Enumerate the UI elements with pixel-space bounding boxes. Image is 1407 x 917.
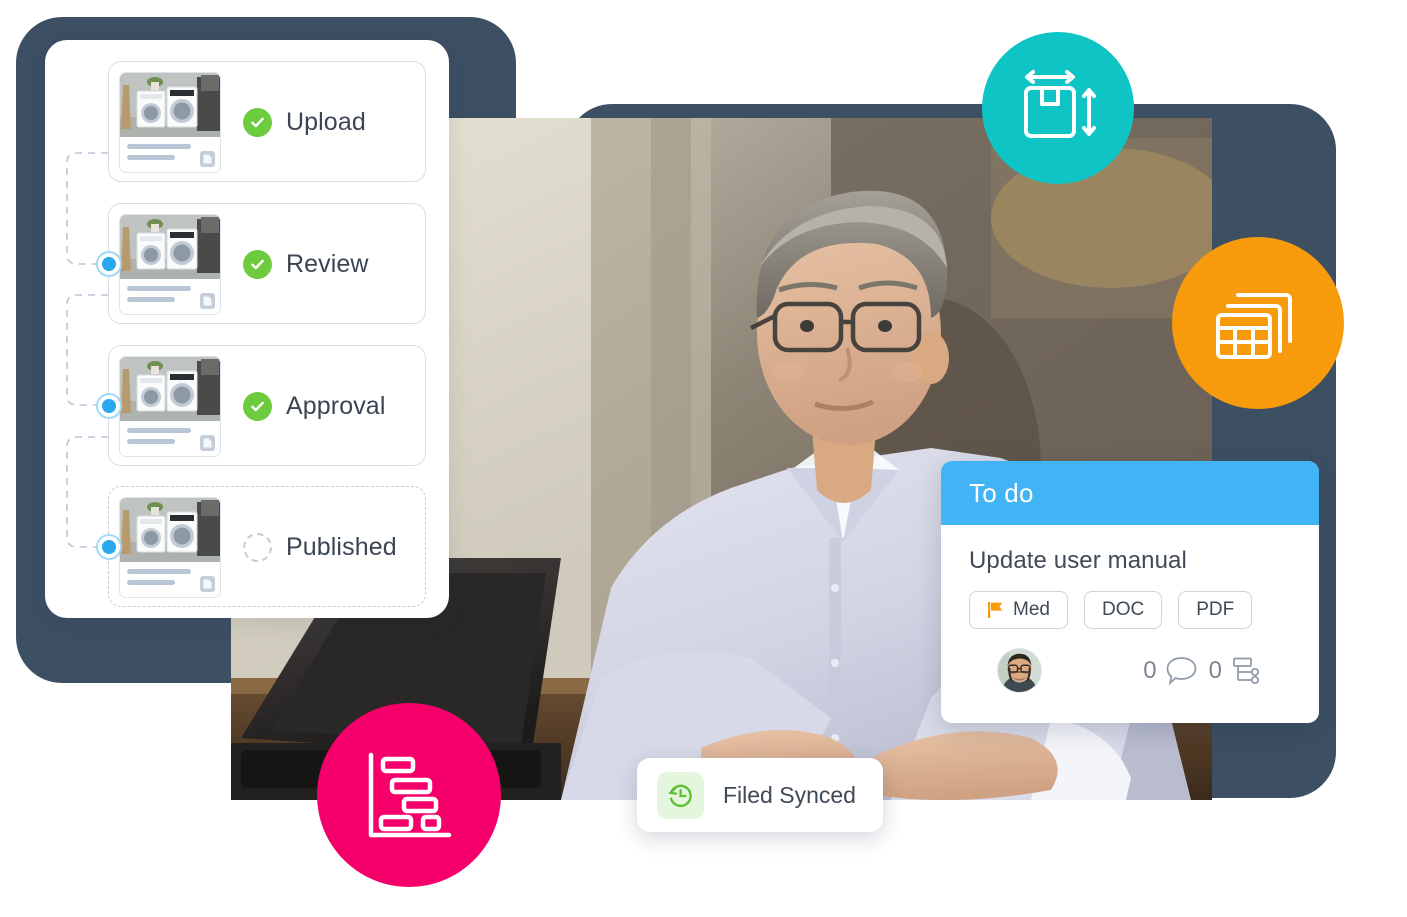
filed-synced-badge: Filed Synced [637, 758, 883, 832]
task-counters: 0 0 [1143, 655, 1261, 686]
todo-card-header: To do [941, 461, 1319, 525]
avatar[interactable] [997, 648, 1042, 693]
badge-tables [1172, 237, 1344, 409]
file-icon [200, 576, 215, 592]
step-label: Upload [286, 108, 366, 136]
step-thumbnail-card [119, 497, 221, 598]
composition-stage: Upload Review Approval Published To do U… [0, 0, 1407, 917]
check-circle-icon [243, 250, 272, 279]
history-clock-icon [657, 771, 704, 819]
check-circle-icon [243, 392, 272, 421]
skeleton-line [127, 569, 191, 574]
step-status-area: Upload [243, 62, 366, 183]
file-icon [200, 435, 215, 451]
skeleton-line [127, 155, 175, 160]
comment-counter[interactable]: 0 [1143, 655, 1197, 686]
workflow-node-dot[interactable] [98, 253, 120, 275]
comment-count: 0 [1143, 656, 1157, 684]
todo-task-card[interactable]: To do Update user manual Med DOC PDF 0 0 [941, 461, 1319, 723]
format-tag-label: DOC [1101, 599, 1145, 620]
file-icon [200, 151, 215, 167]
workflow-step-upload[interactable]: Upload [108, 61, 426, 182]
workflow-step-review[interactable]: Review [108, 203, 426, 324]
step-status-area: Published [243, 487, 397, 608]
washing-machines-thumbnail-image [120, 357, 220, 421]
hierarchy-icon [1230, 655, 1261, 686]
step-thumbnail-card [119, 214, 221, 315]
step-status-area: Review [243, 204, 369, 325]
skeleton-line [127, 144, 191, 149]
empty-dashed-circle-icon [243, 533, 272, 562]
thumbnail-meta [120, 562, 220, 597]
file-icon [200, 293, 215, 309]
workflow-node-dot[interactable] [98, 395, 120, 417]
step-status-area: Approval [243, 346, 385, 467]
skeleton-line [127, 580, 175, 585]
check-circle-icon [243, 108, 272, 137]
washing-machines-thumbnail-image [120, 498, 220, 562]
step-label: Approval [286, 392, 386, 420]
flag-icon [987, 601, 1004, 619]
step-label: Review [286, 250, 369, 278]
badge-dimensions [982, 32, 1134, 184]
subtask-counter[interactable]: 0 [1209, 655, 1261, 686]
filed-synced-label: Filed Synced [723, 781, 856, 808]
skeleton-line [127, 286, 191, 291]
format-tag-pdf[interactable]: PDF [1178, 591, 1253, 629]
workflow-step-published[interactable]: Published [108, 486, 426, 607]
priority-tag-med[interactable]: Med [969, 591, 1068, 629]
thumbnail-meta [120, 421, 220, 456]
step-thumbnail-card [119, 72, 221, 173]
skeleton-line [127, 439, 175, 444]
subtask-count: 0 [1208, 656, 1222, 684]
washing-machines-thumbnail-image [120, 215, 220, 279]
skeleton-line [127, 297, 175, 302]
skeleton-line [127, 428, 191, 433]
document-workflow-card: Upload Review Approval Published [45, 40, 449, 618]
priority-tag-label: Med [1013, 599, 1050, 620]
stacked-tables-icon [1206, 271, 1310, 375]
box-dimensions-icon [1010, 60, 1106, 156]
todo-card-footer: 0 0 [969, 629, 1291, 693]
washing-machines-thumbnail-image [120, 73, 220, 137]
workflow-node-dot[interactable] [98, 536, 120, 558]
task-tag-list: Med DOC PDF [969, 591, 1291, 629]
todo-card-body: Update user manual Med DOC PDF 0 0 [941, 525, 1319, 693]
step-label: Published [286, 533, 397, 561]
badge-gantt [317, 703, 501, 887]
step-thumbnail-card [119, 356, 221, 457]
task-title: Update user manual [969, 547, 1187, 574]
thumbnail-meta [120, 279, 220, 314]
thumbnail-meta [120, 137, 220, 172]
speech-bubble-icon [1165, 655, 1198, 686]
format-tag-doc[interactable]: DOC [1083, 591, 1163, 629]
workflow-step-approval[interactable]: Approval [108, 345, 426, 466]
format-tag-label: PDF [1196, 599, 1235, 620]
gantt-chart-icon [357, 743, 461, 847]
todo-header-title: To do [969, 477, 1034, 508]
